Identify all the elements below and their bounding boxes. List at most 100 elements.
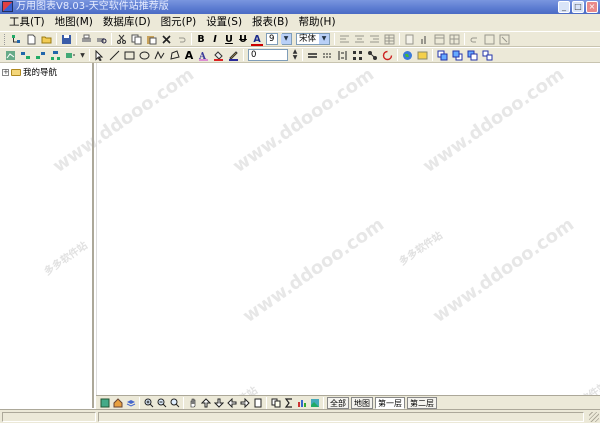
layer-tab-layer2[interactable]: 第二层	[407, 396, 437, 409]
window-title: 万用图表V8.03-天空软件站推荐版	[16, 1, 169, 12]
landscape-icon[interactable]	[309, 397, 320, 408]
polygon-icon[interactable]	[168, 49, 181, 62]
save-icon[interactable]	[60, 33, 73, 46]
line-width-select[interactable]: 0	[248, 49, 288, 61]
drawing-canvas[interactable]	[96, 63, 600, 395]
grid-icon[interactable]	[448, 33, 461, 46]
undo-icon[interactable]	[175, 33, 188, 46]
align-left-icon[interactable]	[338, 33, 351, 46]
globe-icon[interactable]	[401, 49, 414, 62]
toolbar-grip[interactable]	[4, 33, 7, 45]
underline-button[interactable]: U	[223, 33, 235, 46]
menu-database[interactable]: 数据库(D)	[98, 14, 156, 31]
connect-icon[interactable]	[366, 49, 379, 62]
navigation-panel: + 我的导航	[0, 63, 94, 408]
pen-color-icon[interactable]	[227, 49, 240, 62]
line-icon[interactable]	[108, 49, 121, 62]
italic-button[interactable]: I	[209, 33, 221, 46]
maximize-button[interactable]: □	[572, 1, 584, 13]
status-pane-left	[2, 412, 96, 422]
copy-icon[interactable]	[130, 33, 143, 46]
strikeout-button[interactable]: U	[237, 33, 249, 46]
rotate-icon[interactable]	[381, 49, 394, 62]
tree-left-icon[interactable]	[19, 49, 32, 62]
dropdown-arrow-icon[interactable]: ▼	[79, 49, 86, 62]
font-size-dropdown[interactable]: ▼	[281, 33, 292, 45]
copy-layer-icon[interactable]	[270, 397, 281, 408]
arrow-down-icon[interactable]	[213, 397, 224, 408]
fill-color-icon[interactable]	[212, 49, 225, 62]
bold-button[interactable]: B	[195, 33, 207, 46]
new-file-icon[interactable]	[25, 33, 38, 46]
menu-help[interactable]: 帮助(H)	[293, 14, 340, 31]
status-pane-main	[98, 412, 584, 422]
image-icon[interactable]	[416, 49, 429, 62]
print-icon[interactable]	[80, 33, 93, 46]
arrow-right-icon[interactable]	[239, 397, 250, 408]
minimize-button[interactable]: _	[558, 1, 570, 13]
spin-icon[interactable]: ▲ ▼	[291, 49, 299, 62]
layer-tab-all[interactable]: 全部	[327, 396, 349, 409]
bring-front-icon[interactable]	[436, 49, 449, 62]
text-tool-button[interactable]: A	[183, 49, 195, 62]
line-style-dash-icon[interactable]	[321, 49, 334, 62]
tree-right-icon[interactable]	[34, 49, 47, 62]
open-folder-icon[interactable]	[40, 33, 53, 46]
polyline-icon[interactable]	[153, 49, 166, 62]
line-style-solid-icon[interactable]	[306, 49, 319, 62]
delete-icon[interactable]	[160, 33, 173, 46]
menu-tools[interactable]: 工具(T)	[4, 14, 50, 31]
cut-icon[interactable]	[115, 33, 128, 46]
ellipse-icon[interactable]	[138, 49, 151, 62]
report-icon[interactable]	[403, 33, 416, 46]
font-name-select[interactable]: 宋体 ▼	[296, 33, 330, 45]
redo-icon[interactable]	[468, 33, 481, 46]
resize-grip[interactable]	[589, 412, 599, 422]
menu-report[interactable]: 报表(B)	[247, 14, 293, 31]
refresh-icon[interactable]	[99, 397, 110, 408]
zoom-fit-icon[interactable]	[169, 397, 180, 408]
tree-icon[interactable]	[10, 33, 23, 46]
zoom-in-icon[interactable]	[143, 397, 154, 408]
layers-icon[interactable]	[125, 397, 136, 408]
sum-icon[interactable]	[283, 397, 294, 408]
font-color-button[interactable]: A	[251, 33, 263, 46]
ungroup-icon[interactable]	[481, 49, 494, 62]
arrow-left-icon[interactable]	[226, 397, 237, 408]
align-right-icon[interactable]	[368, 33, 381, 46]
exit-icon[interactable]	[498, 33, 511, 46]
pointer-icon[interactable]	[93, 49, 106, 62]
font-size-value: 9	[269, 34, 275, 44]
page-icon[interactable]	[252, 397, 263, 408]
paste-icon[interactable]	[145, 33, 158, 46]
close-button[interactable]: ×	[586, 1, 598, 13]
print-preview-icon[interactable]	[95, 33, 108, 46]
arrow-up-icon[interactable]	[200, 397, 211, 408]
distribute-icon[interactable]	[351, 49, 364, 62]
menu-settings[interactable]: 设置(S)	[201, 14, 247, 31]
layer-tab-map[interactable]: 地图	[351, 396, 373, 409]
menu-primitive[interactable]: 图元(P)	[156, 14, 202, 31]
chart-icon[interactable]	[418, 33, 431, 46]
zoom-out-icon[interactable]	[156, 397, 167, 408]
layout-icon[interactable]	[433, 33, 446, 46]
font-size-select[interactable]: 9	[266, 33, 278, 45]
pan-hand-icon[interactable]	[187, 397, 198, 408]
table-icon[interactable]	[383, 33, 396, 46]
tree-node-my-navigation[interactable]: + 我的导航	[2, 66, 57, 78]
properties-icon[interactable]	[483, 33, 496, 46]
layer-tab-layer1[interactable]: 第一层	[375, 396, 405, 409]
map-icon[interactable]	[4, 49, 17, 62]
tree-expand-icon[interactable]	[64, 49, 77, 62]
statistics-icon[interactable]	[296, 397, 307, 408]
text-style-icon[interactable]: A	[197, 49, 210, 62]
send-back-icon[interactable]	[451, 49, 464, 62]
expand-icon[interactable]: +	[2, 68, 9, 76]
rectangle-icon[interactable]	[123, 49, 136, 62]
tree-down-icon[interactable]	[49, 49, 62, 62]
menu-map[interactable]: 地图(M)	[50, 14, 98, 31]
align-center-icon[interactable]	[353, 33, 366, 46]
align-icon[interactable]	[336, 49, 349, 62]
home-icon[interactable]	[112, 397, 123, 408]
group-icon[interactable]	[466, 49, 479, 62]
